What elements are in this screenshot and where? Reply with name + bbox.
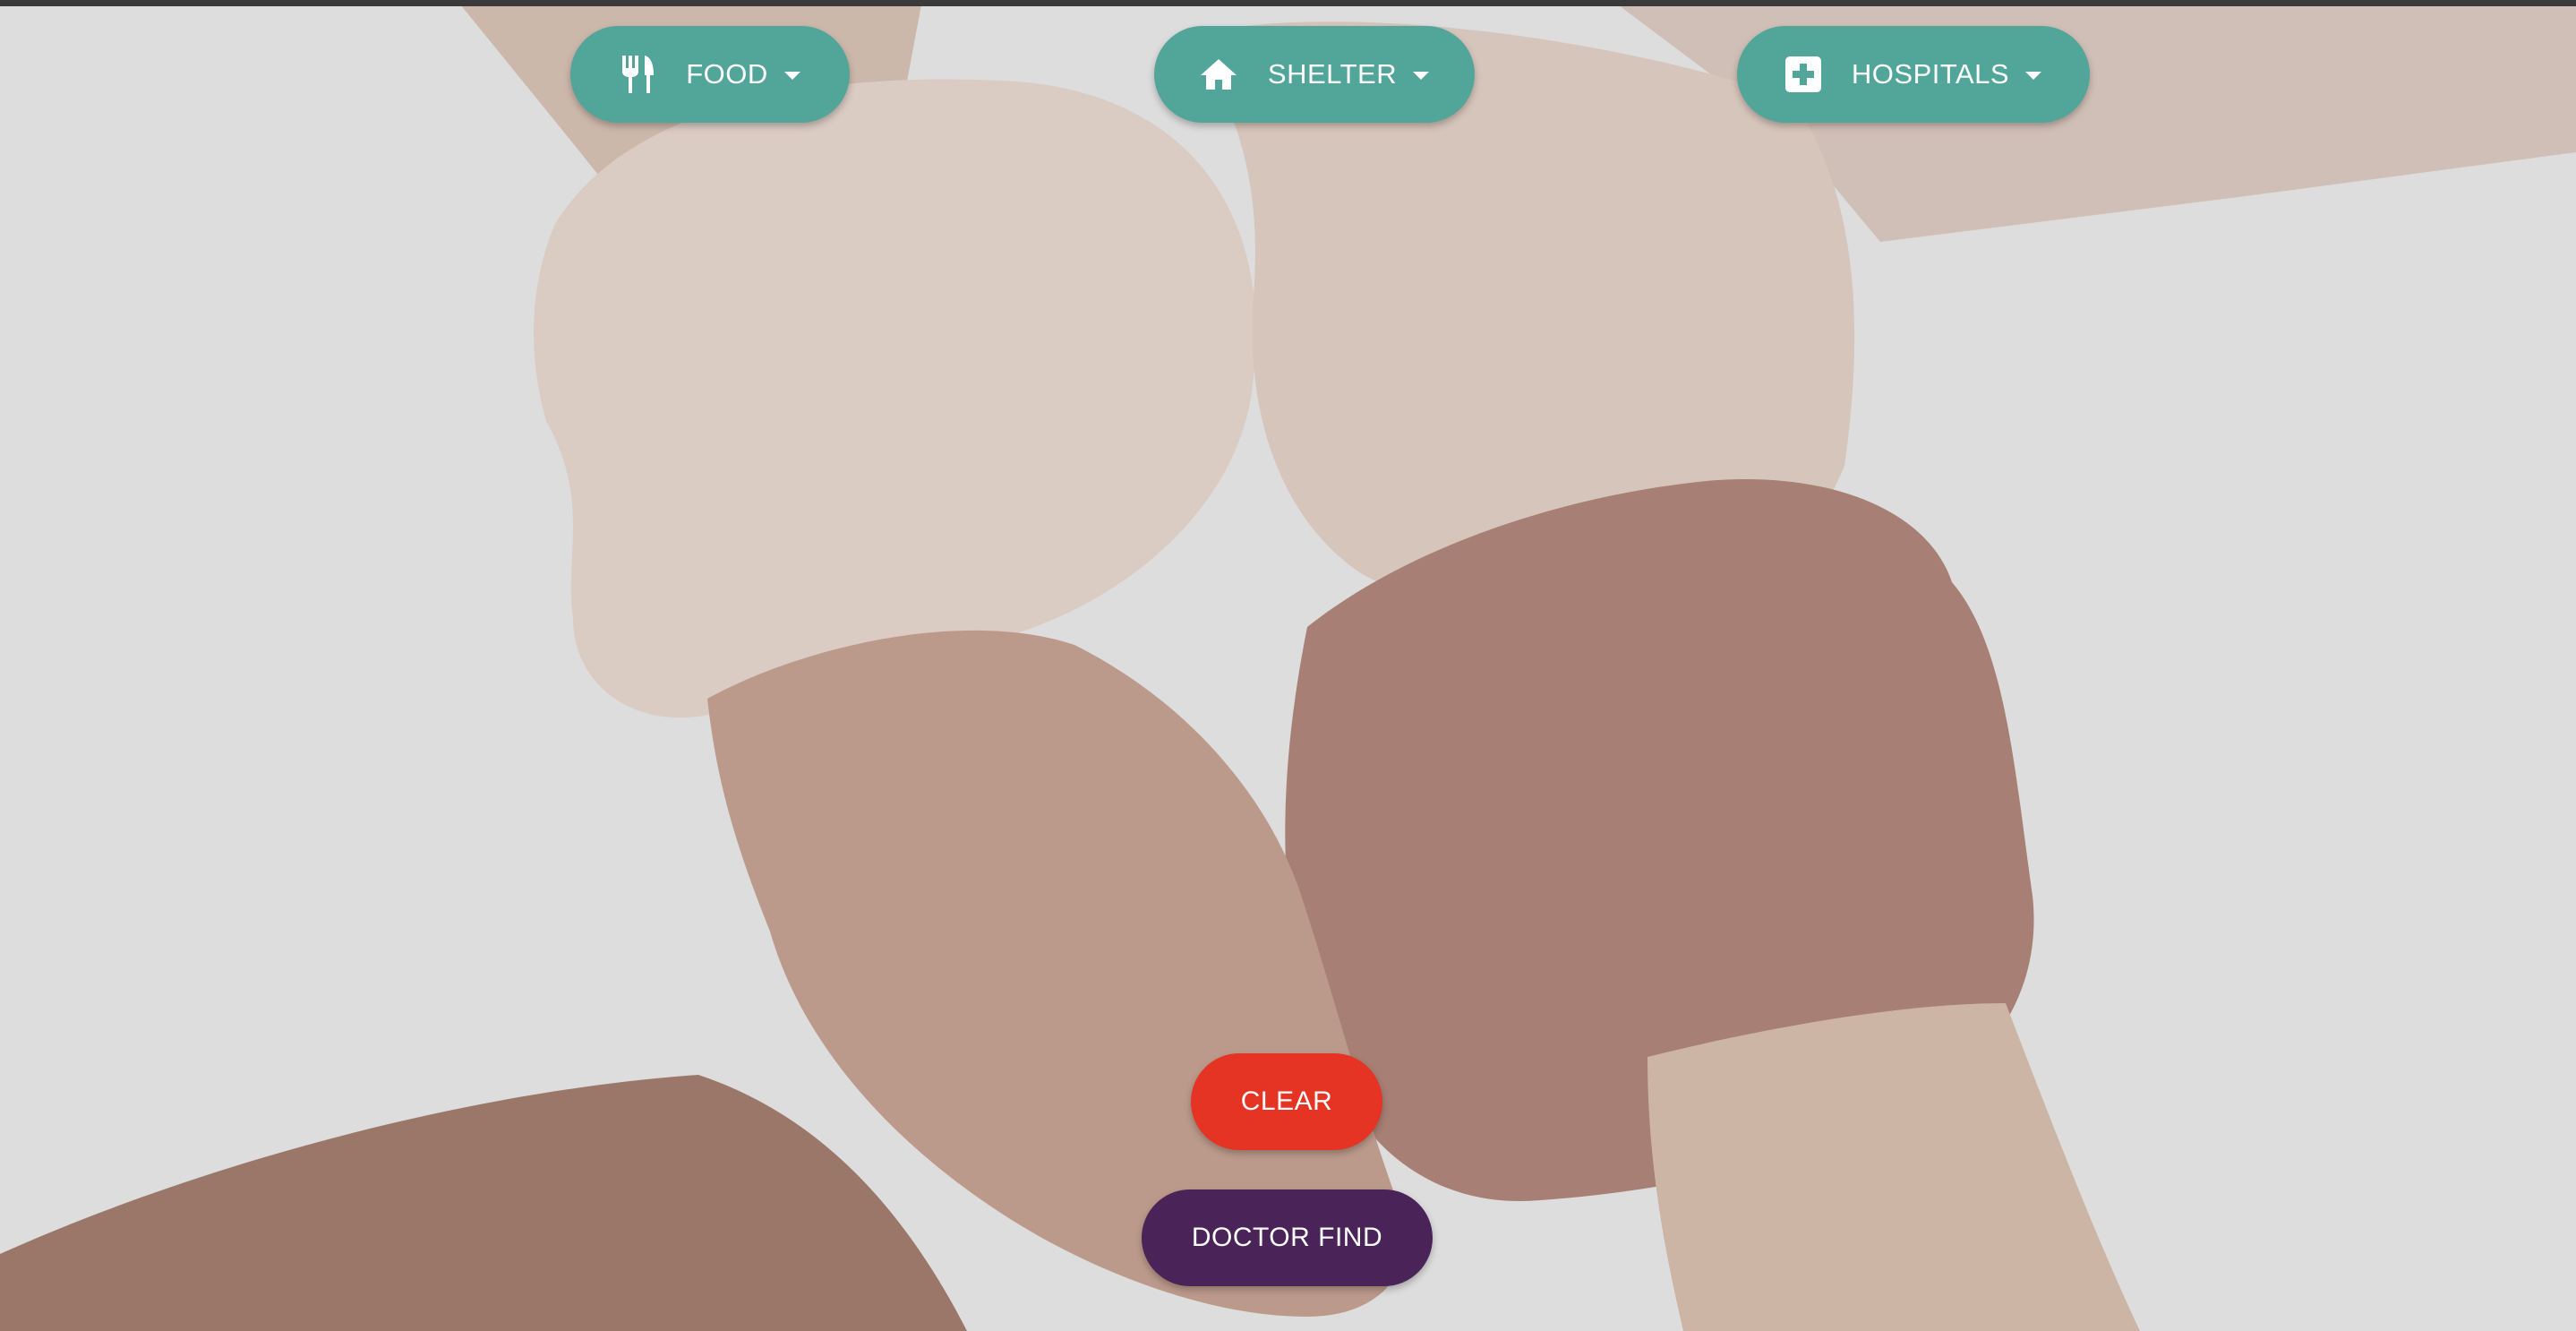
clear-label: CLEAR xyxy=(1240,1086,1333,1116)
fork-knife-icon xyxy=(620,54,655,95)
doctor-find-label: DOCTOR FIND xyxy=(1191,1223,1383,1252)
home-icon xyxy=(1200,57,1237,91)
food-label: FOOD xyxy=(686,58,768,90)
doctor-find-button[interactable]: DOCTOR FIND xyxy=(1142,1189,1433,1286)
shelter-dropdown-button[interactable]: SHELTER xyxy=(1154,26,1475,123)
medical-cross-icon xyxy=(1784,56,1821,92)
food-dropdown-button[interactable]: FOOD xyxy=(570,26,850,123)
chevron-down-icon xyxy=(2025,71,2042,80)
clear-button[interactable]: CLEAR xyxy=(1191,1053,1382,1150)
shelter-label: SHELTER xyxy=(1267,58,1398,90)
hospitals-label: HOSPITALS xyxy=(1851,58,2010,90)
hospitals-dropdown-button[interactable]: HOSPITALS xyxy=(1737,26,2090,123)
chevron-down-icon xyxy=(1413,71,1430,80)
window-top-bar xyxy=(0,0,2576,6)
chevron-down-icon xyxy=(783,71,800,80)
